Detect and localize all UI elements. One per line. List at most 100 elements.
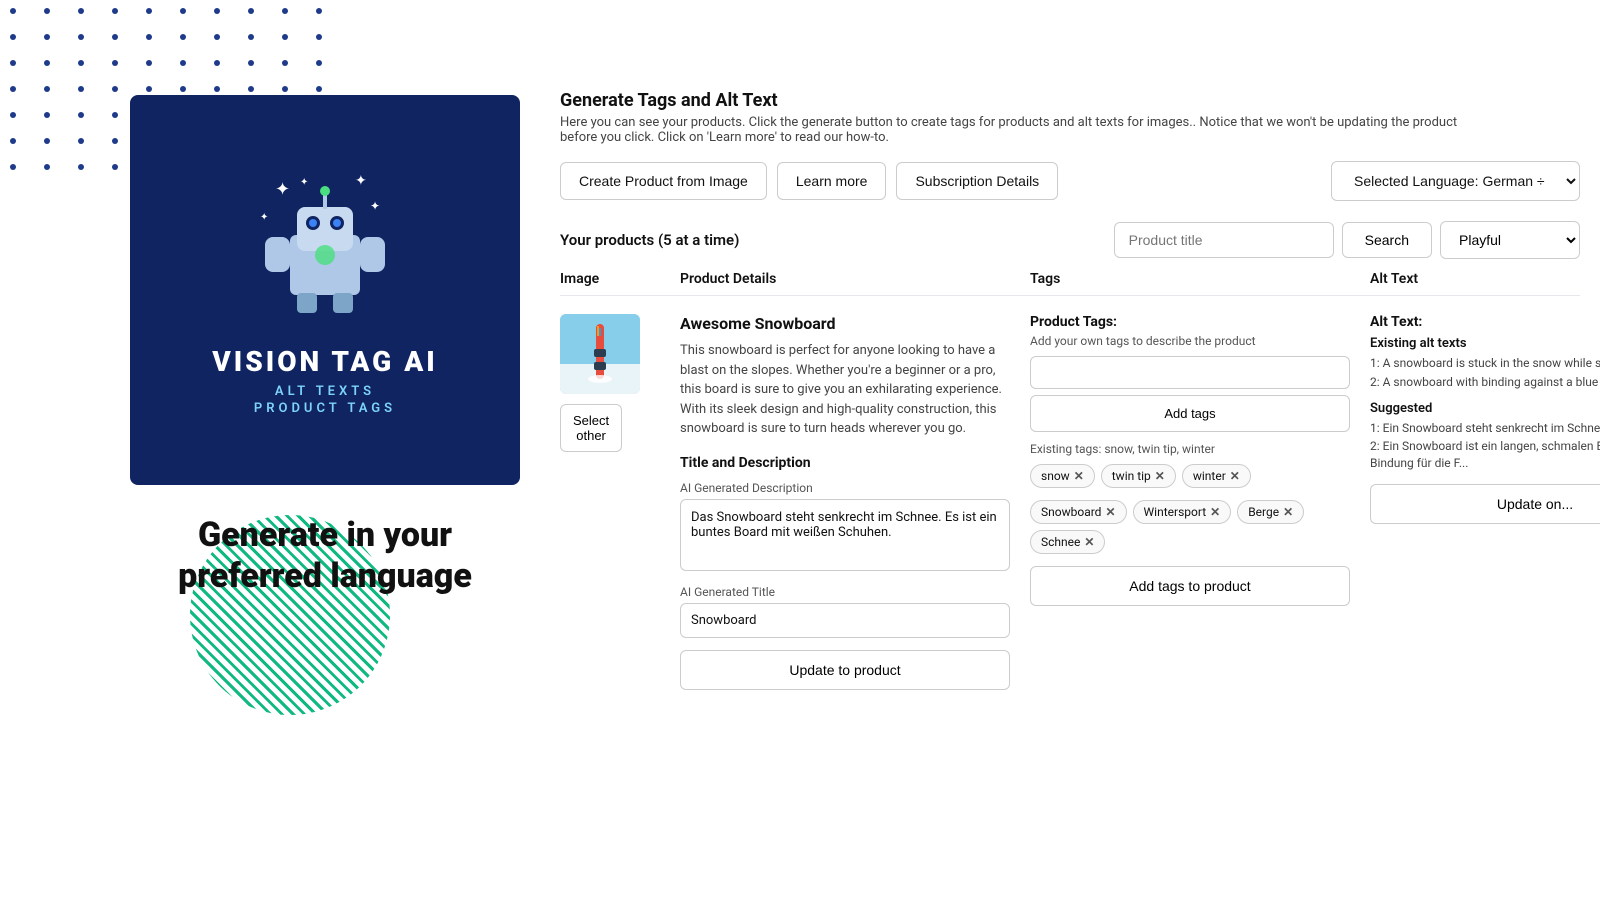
dot — [146, 34, 152, 40]
tag-twin-tip: twin tip ✕ — [1101, 464, 1176, 488]
svg-text:✦: ✦ — [370, 199, 380, 213]
dot — [112, 60, 118, 66]
logo-box: ✦ ✦ ✦ ✦ ✦ VISION TAG AI — [130, 95, 520, 485]
update-on-button[interactable]: Update on... — [1370, 484, 1600, 524]
existing-tags-label: Existing tags: snow, twin tip, winter — [1030, 442, 1350, 456]
add-tags-to-product-button[interactable]: Add tags to product — [1030, 566, 1350, 606]
dot — [78, 34, 84, 40]
tags-section-title: Product Tags: — [1030, 314, 1350, 330]
tag-berge: Berge ✕ — [1237, 500, 1304, 524]
dot — [44, 86, 50, 92]
dot — [112, 164, 118, 170]
ai-title-input[interactable] — [680, 603, 1010, 638]
create-product-button[interactable]: Create Product from Image — [560, 162, 767, 200]
dot — [214, 34, 220, 40]
ai-description-textarea[interactable] — [680, 499, 1010, 571]
product-description: This snowboard is perfect for anyone loo… — [680, 341, 1010, 439]
svg-text:✦: ✦ — [260, 212, 268, 223]
learn-more-button[interactable]: Learn more — [777, 162, 887, 200]
tag-snow-close[interactable]: ✕ — [1074, 469, 1084, 483]
tag-schnee-close[interactable]: ✕ — [1084, 535, 1094, 549]
tag-twin-tip-close[interactable]: ✕ — [1155, 469, 1165, 483]
language-select[interactable]: Selected Language: German ÷ — [1331, 161, 1580, 201]
tags-input[interactable] — [1030, 356, 1350, 389]
dot — [248, 8, 254, 14]
tag-snowboard: Snowboard ✕ — [1030, 500, 1127, 524]
svg-text:✦: ✦ — [275, 179, 290, 200]
dot — [316, 60, 322, 66]
dot — [248, 34, 254, 40]
search-input[interactable] — [1114, 222, 1334, 258]
dot — [78, 164, 84, 170]
existing-tags-container: snow ✕ twin tip ✕ winter ✕ — [1030, 464, 1350, 488]
alt-text-existing-2: 2: A snowboard with binding against a bl… — [1370, 374, 1600, 391]
suggested-alt-label: Suggested — [1370, 401, 1600, 416]
tags-col: Product Tags: Add your own tags to descr… — [1030, 314, 1370, 606]
search-button[interactable]: Search — [1342, 222, 1432, 258]
dot — [282, 60, 288, 66]
dot — [10, 164, 16, 170]
dot — [214, 8, 220, 14]
product-details-col: Awesome Snowboard This snowboard is perf… — [680, 314, 1030, 690]
robot-icon: ✦ ✦ ✦ ✦ ✦ — [245, 165, 405, 325]
dot — [10, 86, 16, 92]
dot — [78, 60, 84, 66]
dot — [10, 8, 16, 14]
dot — [214, 60, 220, 66]
subscription-button[interactable]: Subscription Details — [896, 162, 1058, 200]
title-and-desc-label: Title and Description — [680, 455, 1010, 471]
tag-snowboard-close[interactable]: ✕ — [1105, 505, 1115, 519]
col-details: Product Details — [680, 271, 1030, 287]
dot — [10, 138, 16, 144]
alt-text-title: Alt Text: — [1370, 314, 1600, 330]
left-panel: ✦ ✦ ✦ ✦ ✦ VISION TAG AI — [130, 95, 520, 597]
dot — [146, 86, 152, 92]
alt-text-col: Alt Text: Existing alt texts 1: A snowbo… — [1370, 314, 1600, 524]
dot — [180, 86, 186, 92]
style-select[interactable]: Playful Professional Creative — [1440, 221, 1580, 259]
dot — [316, 34, 322, 40]
select-other-button[interactable]: Selectother — [560, 404, 622, 452]
tag-winter: winter ✕ — [1182, 464, 1251, 488]
tag-winter-close[interactable]: ✕ — [1230, 469, 1240, 483]
update-to-product-button[interactable]: Update to product — [680, 650, 1010, 690]
product-thumbnail — [560, 314, 640, 394]
alt-text-suggested-1: 1: Ein Snowboard steht senkrecht im Schn… — [1370, 420, 1600, 437]
svg-text:✦: ✦ — [300, 177, 308, 188]
right-panel: Generate Tags and Alt Text Here you can … — [540, 90, 1600, 690]
page-title: Generate Tags and Alt Text — [560, 90, 1580, 111]
svg-text:✦: ✦ — [355, 173, 367, 189]
logo-subtitle1: ALT TEXTS — [275, 384, 375, 399]
dot — [180, 8, 186, 14]
tag-berge-close[interactable]: ✕ — [1283, 505, 1293, 519]
dot — [146, 60, 152, 66]
add-tags-button[interactable]: Add tags — [1030, 395, 1350, 432]
dot — [282, 86, 288, 92]
dot — [248, 86, 254, 92]
dot — [10, 34, 16, 40]
dot — [180, 34, 186, 40]
products-label: Your products (5 at a time) — [560, 231, 1114, 249]
logo-title: VISION TAG AI — [212, 345, 438, 378]
tag-wintersport: Wintersport ✕ — [1133, 500, 1232, 524]
snowboard-image — [560, 314, 640, 394]
dot — [316, 86, 322, 92]
ai-desc-label: AI Generated Description — [680, 481, 1010, 495]
dot — [112, 86, 118, 92]
dot — [44, 112, 50, 118]
alt-text-suggested-2: 2: Ein Snowboard ist ein langen, schmale… — [1370, 438, 1600, 472]
dot — [112, 34, 118, 40]
dot — [180, 60, 186, 66]
tag-wintersport-close[interactable]: ✕ — [1210, 505, 1220, 519]
dot — [316, 8, 322, 14]
dot — [112, 8, 118, 14]
dot — [78, 8, 84, 14]
dot — [44, 8, 50, 14]
page-description: Here you can see your products. Click th… — [560, 115, 1460, 145]
dot — [44, 34, 50, 40]
search-box: Search Playful Professional Creative — [1114, 221, 1580, 259]
dot — [112, 138, 118, 144]
dot — [112, 112, 118, 118]
ai-title-label: AI Generated Title — [680, 585, 1010, 599]
dot — [78, 138, 84, 144]
